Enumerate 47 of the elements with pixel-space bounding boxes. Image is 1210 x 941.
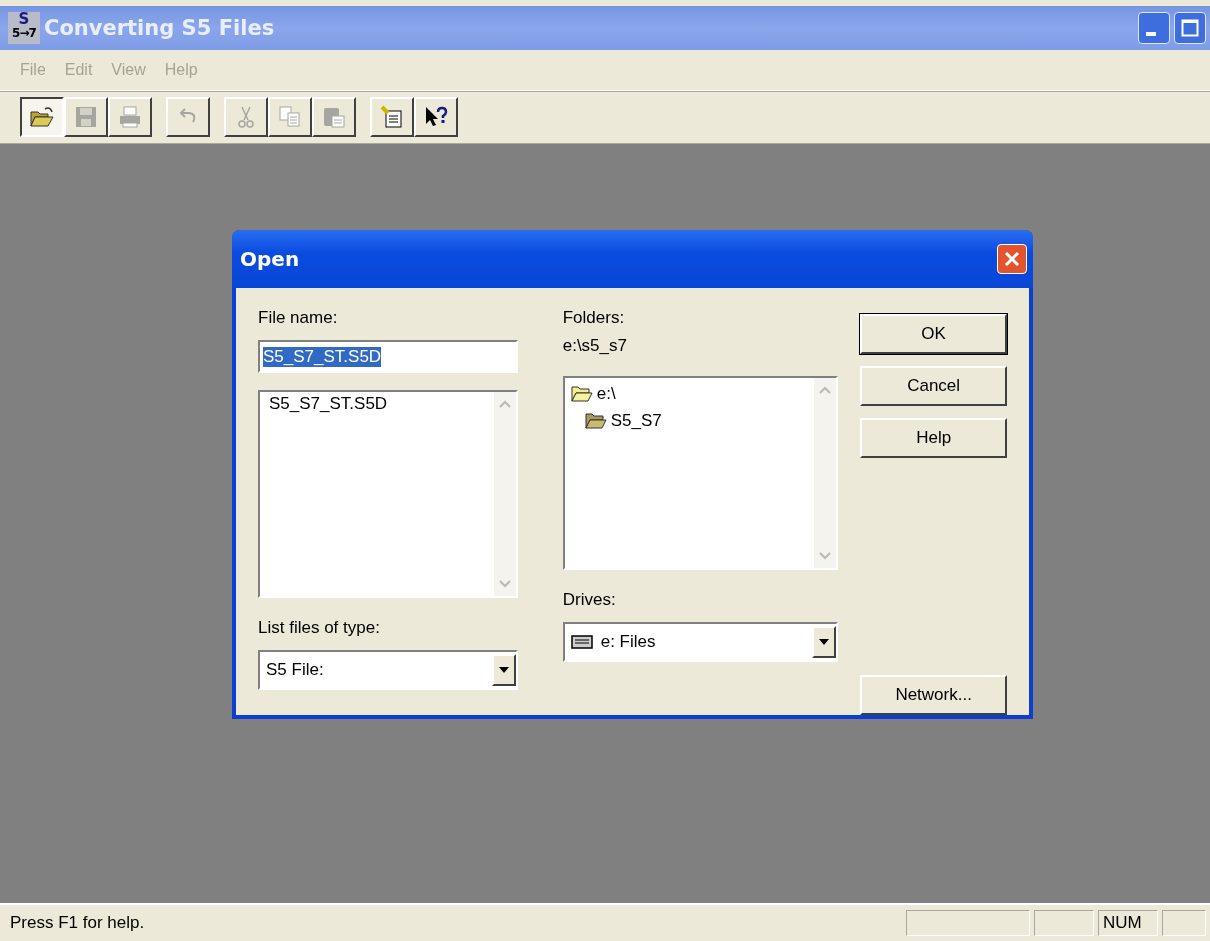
maximize-button[interactable] — [1174, 12, 1206, 44]
folders-label: Folders: — [562, 308, 626, 329]
ok-button[interactable]: OK — [860, 314, 1007, 354]
folder-item[interactable]: S5_S7 — [610, 410, 662, 431]
copy-icon — [277, 104, 303, 130]
drives-label: Drives: — [562, 590, 617, 611]
dropdown-arrow-icon — [497, 666, 510, 674]
status-message: Press F1 for help. — [9, 913, 146, 933]
status-panel — [1162, 910, 1206, 936]
scroll-up-icon — [498, 400, 511, 408]
minimize-icon — [1146, 32, 1156, 36]
open-button[interactable] — [20, 97, 64, 137]
open-icon — [29, 104, 55, 130]
network-button[interactable]: Network... — [860, 675, 1007, 715]
file-list[interactable]: S5_S7_ST.S5D — [258, 390, 518, 598]
file-type-dropdown[interactable]: S5 File: — [258, 650, 518, 690]
help-pointer-button[interactable] — [414, 97, 458, 137]
app-icon: S 5→7 — [8, 12, 40, 44]
close-icon — [1002, 249, 1022, 269]
folder-list[interactable]: e:\ S5_S7 — [562, 376, 839, 570]
scroll-bar[interactable] — [493, 392, 516, 596]
folder-path: e:\s5_s7 — [562, 336, 628, 357]
note-icon — [379, 104, 405, 130]
status-panel — [1034, 910, 1094, 936]
scroll-down-icon — [819, 552, 832, 560]
scroll-up-icon — [819, 386, 832, 394]
note-button[interactable] — [370, 97, 414, 137]
file-list-entry[interactable]: S5_S7_ST.S5D — [266, 394, 391, 414]
dialog-title: Open — [240, 247, 301, 271]
print-icon — [117, 104, 143, 130]
status-indicator: NUM — [1098, 910, 1158, 936]
drive-icon — [570, 635, 593, 649]
close-button[interactable] — [997, 244, 1027, 274]
drives-dropdown[interactable]: e: Files — [562, 622, 839, 662]
file-type-label: List files of type: — [258, 618, 381, 639]
folder-item[interactable]: e:\ — [596, 383, 616, 404]
window-title: Converting S5 Files — [44, 16, 276, 40]
file-name-field[interactable]: S5_S7_ST.S5D — [258, 340, 518, 373]
save-icon — [73, 104, 99, 130]
maximize-icon — [1181, 19, 1199, 37]
cancel-button[interactable]: Cancel — [860, 366, 1007, 406]
help-button[interactable]: Help — [860, 418, 1007, 458]
dropdown-arrow-icon — [818, 638, 831, 646]
scroll-bar[interactable] — [814, 378, 837, 568]
scroll-down-icon — [498, 580, 511, 588]
minimize-button[interactable] — [1138, 12, 1170, 44]
file-name-label: File name: — [258, 308, 339, 329]
